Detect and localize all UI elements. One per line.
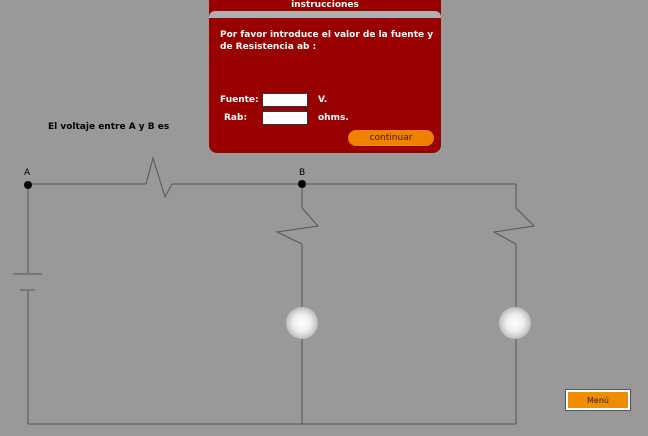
instructions-dialog: instrucciones Por favor introduce el val… (209, 0, 441, 153)
source-input[interactable] (262, 93, 308, 107)
node-a-dot (24, 181, 32, 189)
resistance-label: Rab: (224, 113, 248, 123)
resistor-series (145, 156, 173, 199)
menu-button[interactable]: Menú (565, 389, 631, 411)
bulb-right (499, 307, 531, 339)
node-a-label: A (24, 168, 31, 178)
resistance-input[interactable] (262, 111, 308, 125)
node-b-label: B (299, 168, 306, 178)
resistor-branch-b (275, 207, 319, 245)
voltage-question: El voltaje entre A y B es (48, 122, 170, 132)
dialog-title: instrucciones (209, 0, 441, 10)
source-label: Fuente: (220, 95, 259, 105)
resistance-unit: ohms. (318, 113, 349, 123)
node-b-dot (298, 180, 306, 188)
continue-button[interactable]: continuar (348, 130, 434, 146)
resistor-branch-right (492, 207, 536, 245)
dialog-title-bar (209, 11, 441, 18)
dialog-prompt: Por favor introduce el valor de la fuent… (220, 30, 434, 52)
bulb-b (286, 307, 318, 339)
source-unit: V. (318, 95, 328, 105)
